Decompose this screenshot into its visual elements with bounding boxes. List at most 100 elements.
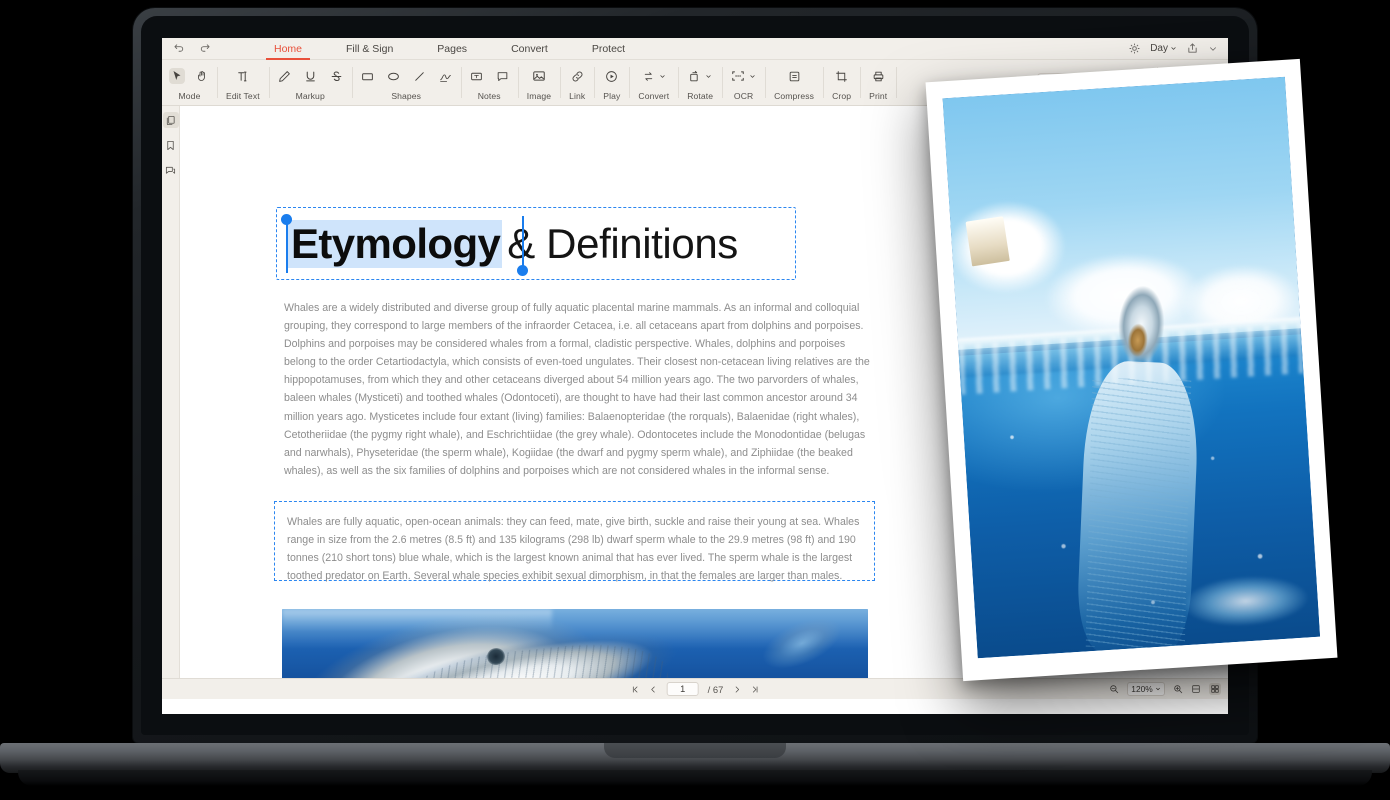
ribbon-group-compress: Compress <box>765 60 823 105</box>
redo-icon[interactable] <box>199 43 210 54</box>
convert-chevron-down-icon[interactable] <box>659 73 666 80</box>
topbar-right-controls: Day <box>1129 43 1228 54</box>
laptop-foot-shadow <box>18 770 1372 786</box>
selection-handle-start[interactable] <box>281 214 292 225</box>
title-rest-text: & Definitions <box>502 220 738 268</box>
chevron-down-icon <box>1170 45 1177 52</box>
page-total-label: / 67 <box>708 684 724 695</box>
sidebar-item-comments[interactable] <box>163 162 179 178</box>
document-inline-image[interactable] <box>282 609 868 678</box>
ribbon-label-edit-text: Edit Text <box>226 91 260 101</box>
ribbon-label-play: Play <box>603 91 620 101</box>
zoom-chevron-down-icon <box>1155 686 1161 692</box>
tab-convert-label: Convert <box>511 43 548 55</box>
ribbon-group-convert: Convert <box>629 60 678 105</box>
page-navigation: / 67 <box>631 682 760 696</box>
link-icon[interactable] <box>571 70 584 83</box>
signature-icon[interactable] <box>439 70 452 83</box>
print-icon[interactable] <box>872 70 885 83</box>
tab-fill-and-sign-label: Fill & Sign <box>346 43 393 55</box>
ribbon-label-shapes: Shapes <box>391 91 421 101</box>
tab-protect-label: Protect <box>592 43 625 55</box>
rotate-chevron-down-icon[interactable] <box>705 73 712 80</box>
ocr-icon[interactable] <box>731 69 745 83</box>
share-icon[interactable] <box>1187 43 1198 54</box>
tab-fill-and-sign[interactable]: Fill & Sign <box>324 38 415 60</box>
history-controls <box>162 43 210 54</box>
document-paragraph-2: Whales are fully aquatic, open-ocean ani… <box>287 513 864 585</box>
zoom-out-icon[interactable] <box>1109 684 1119 694</box>
tab-convert[interactable]: Convert <box>489 38 570 60</box>
screenshot-stage: Home Fill & Sign Pages Convert Protect D… <box>0 0 1390 800</box>
next-page-icon[interactable] <box>732 685 741 694</box>
ribbon-group-ocr: OCR <box>722 60 765 105</box>
ribbon-label-notes: Notes <box>478 91 501 101</box>
prev-page-icon[interactable] <box>649 685 658 694</box>
more-chevron-icon[interactable] <box>1208 44 1218 54</box>
theme-mode-dropdown[interactable]: Day <box>1150 43 1177 54</box>
zoom-in-icon[interactable] <box>1173 684 1183 694</box>
strikethrough-icon[interactable] <box>330 70 343 83</box>
humpback-whale-underwater-photo <box>282 609 868 678</box>
ribbon-group-crop: Crop <box>823 60 860 105</box>
ribbon-label-print: Print <box>869 91 887 101</box>
hand-icon[interactable] <box>196 70 208 82</box>
zoom-controls: 120% <box>1109 682 1221 696</box>
line-icon[interactable] <box>413 70 426 83</box>
cursor-arrow-icon[interactable] <box>169 68 185 84</box>
sidebar-item-bookmarks[interactable] <box>163 137 179 153</box>
undo-icon[interactable] <box>174 43 185 54</box>
first-page-icon[interactable] <box>631 685 640 694</box>
text-note-icon[interactable] <box>470 70 483 83</box>
title-selection-box[interactable]: Etymology & Definitions <box>276 207 796 280</box>
ribbon-group-shapes: Shapes <box>352 60 461 105</box>
crop-icon[interactable] <box>835 70 848 83</box>
play-circle-icon[interactable] <box>605 70 618 83</box>
current-page-input[interactable] <box>667 682 699 696</box>
zoom-level-dropdown[interactable]: 120% <box>1127 682 1165 696</box>
ribbon-group-notes: Notes <box>461 60 518 105</box>
title-selected-text: Etymology <box>287 220 502 268</box>
ribbon-group-edit-text: Edit Text <box>217 60 269 105</box>
last-page-icon[interactable] <box>750 685 759 694</box>
brightness-icon[interactable] <box>1129 43 1140 54</box>
app-topbar: Home Fill & Sign Pages Convert Protect D… <box>162 38 1228 60</box>
tab-protect[interactable]: Protect <box>570 38 647 60</box>
ellipse-icon[interactable] <box>387 70 400 83</box>
ribbon-group-print: Print <box>860 60 896 105</box>
pencil-icon[interactable] <box>278 70 291 83</box>
selection-handle-end[interactable] <box>517 265 528 276</box>
rectangle-icon[interactable] <box>361 70 374 83</box>
grid-view-icon[interactable] <box>1209 683 1221 695</box>
left-sidebar <box>162 106 180 678</box>
ribbon-label-markup: Markup <box>296 91 325 101</box>
ribbon-group-link: Link <box>560 60 594 105</box>
tab-pages-label: Pages <box>437 43 467 55</box>
paragraph-selection-box[interactable]: Whales are fully aquatic, open-ocean ani… <box>274 501 875 581</box>
ribbon-label-link: Link <box>569 91 585 101</box>
ribbon-label-image: Image <box>527 91 551 101</box>
ribbon-label-rotate: Rotate <box>687 91 713 101</box>
laptop-base <box>0 743 1390 773</box>
sidebar-item-thumbnails[interactable] <box>163 112 179 128</box>
ocr-chevron-down-icon[interactable] <box>749 73 756 80</box>
tab-pages[interactable]: Pages <box>415 38 489 60</box>
comment-bubble-icon[interactable] <box>496 70 509 83</box>
ribbon-label-mode: Mode <box>179 91 201 101</box>
image-icon[interactable] <box>532 69 546 83</box>
rotate-icon[interactable] <box>688 70 701 83</box>
convert-icon[interactable] <box>642 70 655 83</box>
zoom-level-label: 120% <box>1131 684 1152 694</box>
text-edit-icon[interactable] <box>236 70 249 83</box>
tab-home[interactable]: Home <box>252 38 324 60</box>
whale-over-under-water-photo <box>943 77 1321 658</box>
menu-tabs: Home Fill & Sign Pages Convert Protect <box>252 38 647 60</box>
ribbon-label-ocr: OCR <box>734 91 753 101</box>
floating-photo-card[interactable] <box>926 59 1338 681</box>
single-page-view-icon[interactable] <box>1191 684 1201 694</box>
document-statusbar: / 67 120% <box>162 678 1228 699</box>
underline-icon[interactable] <box>304 70 317 83</box>
ribbon-label-crop: Crop <box>832 91 851 101</box>
compress-icon[interactable] <box>788 70 801 83</box>
tab-home-label: Home <box>274 43 302 55</box>
